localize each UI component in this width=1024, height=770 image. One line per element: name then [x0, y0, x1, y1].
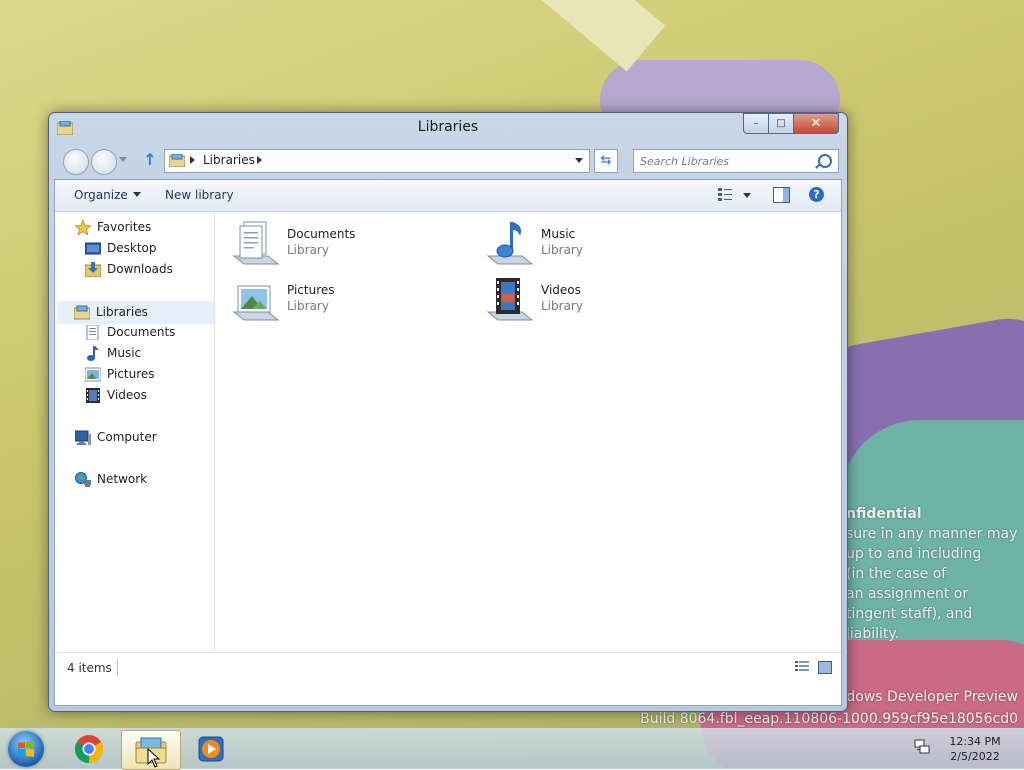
confidential-watermark: nfidential sure in any manner may up to …	[846, 504, 1024, 644]
new-library-button[interactable]: New library	[165, 188, 234, 202]
music-note-icon	[87, 346, 99, 361]
up-arrow-icon[interactable]: ↑	[141, 151, 159, 169]
search-box[interactable]	[633, 149, 839, 173]
nav-label: Videos	[107, 388, 147, 402]
start-button[interactable]	[8, 731, 44, 767]
watermark-line: liability.	[846, 626, 900, 642]
maximize-icon: □	[776, 118, 786, 129]
chrome-icon	[75, 735, 103, 763]
library-name: Music	[541, 227, 576, 241]
watermark-line: up to and including	[846, 546, 982, 562]
music-library-icon	[486, 222, 534, 265]
maximize-button[interactable]: □	[768, 113, 793, 134]
organize-label: Organize	[74, 188, 128, 202]
documents-library-icon	[232, 221, 280, 265]
network-tray-icon[interactable]	[914, 739, 930, 755]
close-icon: ✕	[810, 116, 822, 131]
watermark-line: tingent staff), and	[846, 606, 973, 622]
windows-logo-icon	[18, 741, 34, 757]
library-type: Library	[287, 299, 329, 313]
library-tile[interactable]: Documents Library	[215, 215, 415, 265]
library-type: Library	[541, 299, 583, 313]
clock-date: 2/5/2022	[950, 750, 1000, 763]
nav-label: Downloads	[107, 262, 173, 276]
item-count: 4 items	[67, 661, 112, 675]
address-bar[interactable]: Libraries	[164, 149, 590, 173]
watermark-line: an assignment or	[846, 586, 969, 602]
pictures-icon	[85, 367, 101, 382]
library-type: Library	[541, 243, 583, 257]
window-title: Libraries	[417, 119, 479, 135]
navigation-bar: ↑ Libraries ⇆	[59, 147, 839, 175]
status-divider	[117, 659, 118, 676]
library-name: Pictures	[287, 283, 335, 297]
desktop-icon	[85, 242, 101, 255]
help-icon[interactable]: ?	[809, 187, 824, 202]
documents-icon	[86, 325, 99, 340]
watermark-line: sure in any manner may	[846, 526, 1018, 542]
nav-label: Desktop	[107, 241, 157, 255]
large-icons-view-icon[interactable]	[818, 661, 832, 674]
search-icon[interactable]	[818, 154, 832, 168]
nav-label: Music	[107, 346, 142, 360]
watermark-title: nfidential	[846, 506, 922, 522]
chrome-taskbar-button[interactable]	[60, 730, 118, 768]
file-list: Documents Library Music Library Pictures…	[215, 211, 839, 651]
minimize-button[interactable]: –	[743, 113, 768, 134]
preview-pane-icon[interactable]	[773, 187, 790, 203]
breadcrumb-arrow-icon[interactable]	[257, 156, 262, 164]
search-input[interactable]	[638, 152, 812, 170]
mouse-pointer-icon	[147, 748, 161, 768]
nav-label: Documents	[107, 325, 176, 339]
pictures-library-icon	[232, 285, 280, 321]
library-name: Documents	[287, 227, 356, 241]
chevron-down-icon	[132, 192, 141, 197]
command-bar: Organize New library ?	[55, 180, 841, 212]
videos-library-icon	[486, 278, 534, 321]
libraries-icon	[169, 154, 185, 167]
watermark-line: (in the case of	[846, 566, 947, 582]
library-name: Videos	[541, 283, 581, 297]
nav-label: Computer	[97, 430, 157, 444]
details-view-icon[interactable]	[795, 661, 809, 672]
change-view-icon[interactable]	[718, 188, 732, 201]
nav-label: Network	[97, 472, 148, 486]
clock-time: 12:34 PM	[949, 735, 1001, 748]
address-dropdown[interactable]	[575, 158, 583, 163]
nav-label: Pictures	[107, 367, 155, 381]
film-strip-icon	[86, 388, 100, 403]
library-tile[interactable]: Pictures Library	[215, 271, 415, 321]
library-tile[interactable]: Music Library	[469, 215, 669, 265]
caption-buttons: – □ ✕	[743, 113, 839, 134]
explorer-client-area: Organize New library ? Favorites Desktop	[54, 179, 842, 706]
library-type: Library	[287, 243, 329, 257]
breadcrumb-libraries[interactable]: Libraries	[203, 153, 255, 167]
close-button[interactable]: ✕	[793, 113, 839, 134]
navigation-pane: Favorites Desktop Downloads Libraries Do…	[55, 211, 215, 651]
media-player-taskbar-button[interactable]	[182, 730, 240, 768]
computer-icon	[75, 430, 91, 445]
breadcrumb-arrow-icon[interactable]	[190, 156, 195, 164]
title-bar[interactable]: Libraries – □ ✕	[49, 113, 847, 143]
downloads-folder-icon	[85, 262, 101, 277]
organize-button[interactable]: Organize	[74, 188, 141, 202]
library-tile[interactable]: Videos Library	[469, 271, 669, 321]
media-player-icon	[198, 736, 224, 762]
network-icon	[75, 472, 91, 487]
nav-libraries[interactable]: Libraries	[57, 301, 214, 324]
system-clock[interactable]: 12:34 PM 2/5/2022	[944, 734, 1006, 764]
nav-label: Favorites	[97, 220, 152, 234]
recent-locations-dropdown[interactable]	[119, 157, 127, 162]
chevron-down-icon[interactable]	[743, 193, 751, 198]
minimize-icon: –	[753, 118, 759, 129]
status-bar: 4 items	[55, 652, 841, 705]
star-icon	[75, 220, 91, 235]
libraries-icon	[74, 305, 90, 320]
nav-label: Libraries	[96, 305, 148, 319]
explorer-window[interactable]: Libraries – □ ✕ ↑ Libraries ⇆ O	[48, 112, 848, 712]
refresh-button[interactable]: ⇆	[594, 149, 618, 173]
back-button[interactable]	[63, 149, 89, 175]
forward-button[interactable]	[91, 149, 117, 175]
